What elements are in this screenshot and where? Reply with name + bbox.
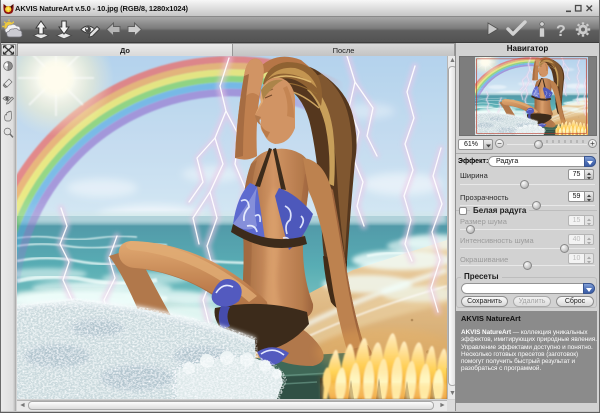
svg-text:?: ? bbox=[556, 23, 566, 40]
